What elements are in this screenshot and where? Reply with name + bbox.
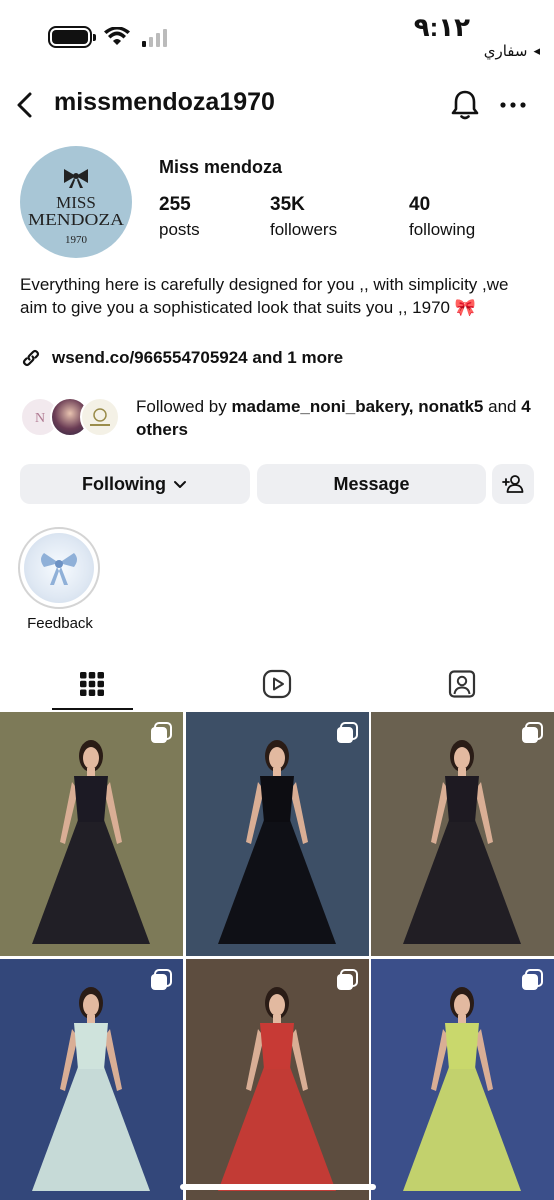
post-image — [186, 712, 369, 956]
home-indicator[interactable] — [180, 1184, 376, 1190]
highlight-cover — [24, 533, 94, 603]
posts-label: posts — [159, 220, 200, 239]
posts-stat[interactable]: 255 posts — [159, 194, 200, 240]
notifications-button[interactable] — [449, 88, 481, 122]
tab-tagged[interactable] — [370, 658, 554, 710]
chevron-left-icon — [17, 92, 32, 118]
tab-posts-grid[interactable] — [0, 658, 184, 710]
post-thumbnail[interactable] — [186, 712, 369, 956]
more-options-button[interactable] — [497, 90, 529, 120]
mutual-follower-avatars: N — [20, 397, 120, 441]
more-horizontal-icon — [500, 102, 526, 108]
logo-year: 1970 — [65, 234, 88, 246]
following-label: following — [409, 220, 476, 239]
grid-icon — [80, 672, 104, 696]
profile-link[interactable]: wsend.co/966554705924 and 1 more — [20, 347, 343, 369]
post-image — [186, 959, 369, 1200]
reels-icon — [262, 669, 292, 699]
post-thumbnail[interactable] — [371, 959, 554, 1200]
following-button[interactable]: Following — [20, 464, 250, 504]
back-button[interactable] — [12, 88, 42, 122]
logo-line-2: MENDOZA — [28, 210, 125, 229]
followed-by-text: Followed by madame_noni_bakery, nonatk5 … — [136, 395, 536, 441]
chevron-down-icon — [173, 481, 186, 488]
message-button[interactable]: Message — [257, 464, 486, 504]
following-button-label: Following — [82, 473, 166, 494]
followers-stat[interactable]: 35K followers — [270, 194, 337, 240]
status-bar: ٩:١٢ سفاري ◂ — [0, 0, 554, 70]
back-triangle-icon: ◂ — [533, 43, 540, 58]
post-thumbnail[interactable] — [0, 959, 183, 1200]
battery-icon — [48, 26, 96, 48]
back-to-safari-label: سفاري — [483, 43, 528, 60]
bell-icon — [451, 90, 479, 120]
post-thumbnail[interactable] — [371, 712, 554, 956]
tab-reels[interactable] — [185, 658, 369, 710]
profile-avatar[interactable]: MISS MENDOZA 1970 — [20, 146, 132, 258]
status-time: ٩:١٢ — [413, 12, 470, 42]
post-image — [0, 959, 183, 1200]
story-highlight[interactable]: Feedback — [18, 527, 102, 637]
profile-stats: 255 posts 35K followers 40 following — [159, 194, 539, 244]
active-tab-indicator — [52, 708, 133, 710]
followed-by-prefix: Followed by — [136, 397, 232, 416]
link-icon — [22, 349, 40, 367]
followers-label: followers — [270, 220, 338, 239]
link-text: wsend.co/966554705924 and 1 more — [52, 348, 344, 367]
followed-by-section[interactable]: N Followed by madame_noni_bakery, nonatk… — [20, 393, 540, 445]
wifi-icon — [104, 27, 130, 45]
back-to-safari-link[interactable]: سفاري ◂ — [484, 42, 540, 60]
followed-by-and: and — [483, 397, 522, 416]
followers-count: 35K — [270, 194, 305, 215]
highlight-ring — [18, 527, 100, 609]
highlight-label: Feedback — [27, 615, 93, 632]
post-image — [371, 959, 554, 1200]
posts-count: 255 — [159, 194, 191, 215]
message-button-label: Message — [333, 473, 410, 494]
username: missmendoza1970 — [54, 88, 275, 116]
mutual-avatar — [80, 397, 120, 437]
post-thumbnail[interactable] — [186, 959, 369, 1200]
profile-bio: Everything here is carefully designed fo… — [20, 275, 509, 317]
svg-text:N: N — [35, 411, 45, 426]
profile-tabs — [0, 658, 554, 712]
following-stat[interactable]: 40 following — [409, 194, 475, 240]
status-icons — [48, 26, 167, 48]
profile-header: missmendoza1970 — [0, 78, 554, 132]
followed-by-names: madame_noni_bakery, nonatk5 — [231, 397, 484, 416]
post-thumbnail[interactable] — [0, 712, 183, 956]
tagged-icon — [448, 670, 476, 698]
post-image — [0, 712, 183, 956]
display-name: Miss mendoza — [159, 157, 283, 177]
post-image — [371, 712, 554, 956]
cellular-signal-icon — [142, 27, 167, 47]
suggested-users-button[interactable] — [492, 464, 534, 504]
following-count: 40 — [409, 194, 431, 215]
brand-logo: MISS MENDOZA 1970 — [28, 169, 125, 246]
add-user-icon — [502, 475, 524, 493]
posts-grid — [0, 712, 554, 1200]
